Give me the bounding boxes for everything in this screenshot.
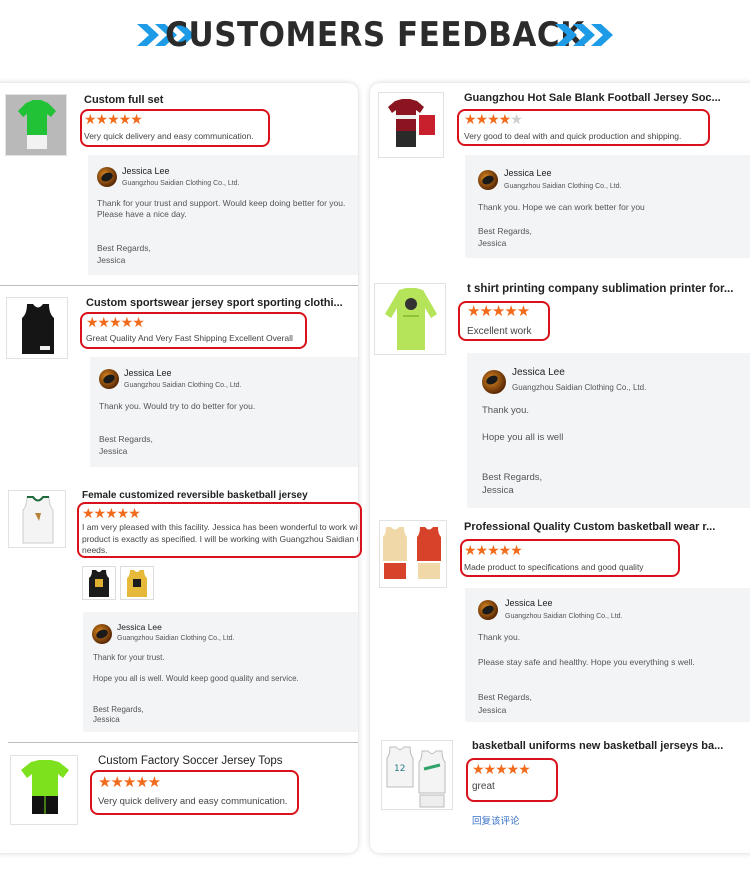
- long-sleeve-jersey-image: [385, 288, 437, 350]
- review-photo[interactable]: [82, 566, 116, 600]
- product-thumbnail[interactable]: 12: [381, 740, 453, 810]
- soccer-kit-image: [21, 760, 69, 814]
- reply-author-company: Guangzhou Saidian Clothing Co., Ltd.: [504, 183, 622, 190]
- review-text: I am very pleased with this facility. Je…: [82, 522, 358, 557]
- product-title[interactable]: Custom Factory Soccer Jersey Tops: [98, 755, 353, 767]
- jersey-photo-image: [89, 570, 109, 597]
- product-title[interactable]: Custom sportswear jersey sport sporting …: [86, 297, 351, 309]
- reply-text: Best Regards,: [99, 434, 153, 444]
- reply-author-name: Jessica Lee: [505, 598, 553, 608]
- reply-text: Best Regards,: [478, 692, 532, 702]
- review-text: Very quick delivery and easy communicati…: [84, 131, 254, 141]
- review-text: Made product to specifications and good …: [464, 562, 644, 572]
- reply-text: Jessica: [97, 255, 126, 265]
- seller-avatar: [97, 167, 117, 187]
- star-rating: ★★★★★: [467, 303, 530, 320]
- review-line: needs.: [82, 545, 108, 555]
- divider: [8, 742, 358, 743]
- star-rating: ★★★★★: [464, 111, 523, 127]
- reply-text: Jessica: [93, 715, 120, 724]
- review-text: Great Quality And Very Fast Shipping Exc…: [86, 333, 293, 343]
- product-title[interactable]: Professional Quality Custom basketball w…: [464, 521, 734, 533]
- seller-avatar: [99, 369, 119, 389]
- jersey-photo-image: [127, 570, 147, 597]
- product-thumbnail[interactable]: [374, 283, 446, 355]
- chevrons-right-icon: [555, 24, 613, 46]
- star-rating: ★★★★★: [82, 505, 141, 521]
- star-rating: ★★★★★: [98, 774, 161, 791]
- review-text: Very good to deal with and quick product…: [464, 131, 682, 141]
- review-line: I am very pleased with this facility. Je…: [82, 522, 358, 532]
- star-rating: ★★★★★: [84, 111, 143, 127]
- star-rating: ★★★★★: [86, 314, 145, 330]
- reply-text: Jessica: [478, 705, 507, 715]
- product-title[interactable]: Guangzhou Hot Sale Blank Football Jersey…: [464, 92, 734, 104]
- product-thumbnail[interactable]: [10, 755, 78, 825]
- product-thumbnail[interactable]: [379, 520, 447, 588]
- product-title[interactable]: basketball uniforms new basketball jerse…: [472, 740, 737, 752]
- svg-text:12: 12: [394, 764, 405, 774]
- basketball-uniform-image: 12: [386, 746, 446, 808]
- review-line: product is exactly as specified. I will …: [82, 533, 358, 544]
- reply-author-company: Guangzhou Saidian Clothing Co., Ltd.: [512, 383, 647, 392]
- review-text: Excellent work: [467, 326, 532, 337]
- black-jersey-image: [22, 304, 54, 354]
- reply-text: Hope you all is well: [482, 432, 564, 443]
- reply-author-name: Jessica Lee: [512, 367, 565, 378]
- reply-text: Best Regards,: [93, 705, 144, 714]
- reply-text: Jessica: [478, 238, 507, 248]
- basketball-wear-image: [383, 527, 441, 579]
- reply-text: Thank you. Hope we can work better for y…: [478, 202, 645, 212]
- football-jersey-image: [388, 99, 435, 147]
- star-rating: ★★★★★: [472, 761, 531, 777]
- product-thumbnail[interactable]: [5, 94, 67, 156]
- reply-author-name: Jessica Lee: [122, 166, 170, 176]
- seller-avatar: [478, 170, 498, 190]
- reply-text: Hope you all is well. Would keep good qu…: [93, 674, 299, 683]
- reply-text: Thank you.: [478, 632, 521, 642]
- reply-author-name: Jessica Lee: [124, 368, 172, 378]
- reply-author-company: Guangzhou Saidian Clothing Co., Ltd.: [117, 635, 235, 642]
- review-text: Very quick delivery and easy communicati…: [98, 796, 288, 807]
- reply-text: Best Regards,: [478, 226, 532, 236]
- divider: [0, 285, 358, 286]
- reply-text: Thank you.: [482, 405, 529, 416]
- page-title: CUSTOMERS FEEDBACK: [165, 15, 585, 55]
- seller-avatar: [482, 370, 506, 394]
- reply-author-company: Guangzhou Saidian Clothing Co., Ltd.: [122, 180, 240, 187]
- reply-text: Please have a nice day.: [97, 209, 187, 219]
- reply-author-company: Guangzhou Saidian Clothing Co., Ltd.: [124, 382, 242, 389]
- reply-text: Thank you. Would try to do better for yo…: [99, 401, 256, 411]
- reply-text: Please stay safe and healthy. Hope you e…: [478, 657, 695, 667]
- reply-text: Jessica: [99, 446, 128, 456]
- product-title[interactable]: Custom full set: [84, 94, 344, 106]
- product-title[interactable]: t shirt printing company sublimation pri…: [467, 283, 742, 295]
- reply-text: Thank for your trust.: [93, 653, 165, 662]
- reply-author-company: Guangzhou Saidian Clothing Co., Ltd.: [505, 613, 623, 620]
- reply-author-name: Jessica Lee: [117, 622, 162, 632]
- reply-text: Jessica: [482, 485, 514, 496]
- reply-text: Thank for your trust and support. Would …: [97, 198, 346, 208]
- white-jersey-image: [22, 496, 54, 544]
- product-title[interactable]: Female customized reversible basketball …: [82, 490, 352, 501]
- seller-avatar: [92, 624, 112, 644]
- product-thumbnail[interactable]: [378, 92, 444, 158]
- reply-text: Best Regards,: [482, 472, 543, 483]
- reply-author-name: Jessica Lee: [504, 168, 552, 178]
- star-rating: ★★★★★: [464, 542, 523, 558]
- soccer-kit-image: [18, 100, 56, 149]
- review-text: great: [472, 781, 495, 792]
- reply-text: Best Regards,: [97, 243, 151, 253]
- seller-avatar: [478, 600, 498, 620]
- review-photo[interactable]: [120, 566, 154, 600]
- product-thumbnail[interactable]: [6, 297, 68, 359]
- reply-to-review-link[interactable]: 回复该评论: [472, 813, 520, 827]
- product-thumbnail[interactable]: [8, 490, 66, 548]
- page-header: CUSTOMERS FEEDBACK: [0, 0, 750, 75]
